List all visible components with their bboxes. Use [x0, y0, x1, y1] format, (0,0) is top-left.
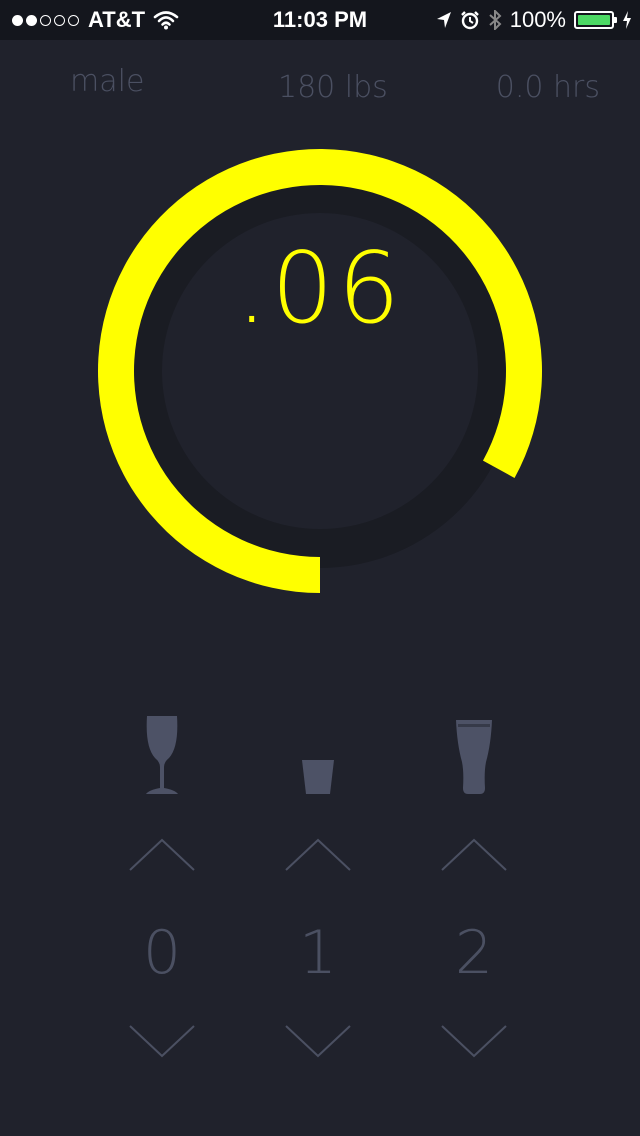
beer-count: 2: [454, 918, 494, 988]
hours-setting[interactable]: 0.0 hrs: [496, 70, 600, 105]
bluetooth-icon: [489, 10, 502, 30]
bac-value: .06: [236, 232, 404, 346]
increment-wine-button[interactable]: [82, 836, 242, 876]
bac-gauge: [97, 148, 542, 593]
status-bar: AT&T 11:03 PM 100%: [0, 0, 640, 40]
wine-glass-icon[interactable]: [82, 712, 242, 802]
shot-count: 1: [298, 918, 338, 988]
wine-count: 0: [142, 918, 182, 988]
decrement-beer-button[interactable]: [394, 1020, 554, 1060]
battery-icon: [574, 11, 617, 29]
alarm-icon: [460, 11, 479, 30]
battery-percent: 100%: [509, 7, 566, 32]
increment-shot-button[interactable]: [238, 836, 398, 876]
settings-row: male 180 lbs 0.0 hrs: [0, 62, 640, 106]
shot-glass-icon[interactable]: [238, 712, 398, 802]
charging-icon: [623, 11, 631, 29]
location-arrow-icon: [436, 12, 451, 28]
weight-setting[interactable]: 180 lbs: [278, 70, 388, 105]
decrement-wine-button[interactable]: [82, 1020, 242, 1060]
decrement-shot-button[interactable]: [238, 1020, 398, 1060]
status-right: 100%: [428, 7, 632, 33]
gender-setting[interactable]: male: [70, 64, 144, 99]
beer-glass-icon[interactable]: [394, 712, 554, 802]
increment-beer-button[interactable]: [394, 836, 554, 876]
